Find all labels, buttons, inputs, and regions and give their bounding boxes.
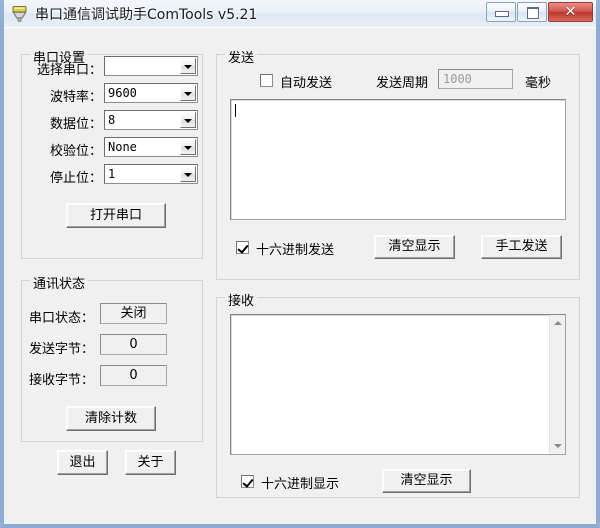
label-port-state: 串口状态： [28, 311, 94, 326]
hex-display-checkbox-box[interactable] [241, 475, 254, 488]
receive-clear-display-button-label: 清空显示 [400, 473, 453, 488]
label-bytes-sent: 发送字节： [28, 342, 94, 357]
close-button[interactable]: ✕ [548, 2, 593, 22]
scroll-up-icon[interactable] [550, 315, 565, 331]
open-port-button[interactable]: 打开串口 [66, 203, 166, 228]
close-icon: ✕ [564, 4, 577, 20]
hex-send-checkbox-box[interactable] [236, 241, 249, 254]
manual-send-button[interactable]: 手工发送 [481, 235, 562, 259]
receive-group-legend: 接收 [225, 290, 258, 309]
value-bytes-received: 0 [100, 365, 167, 386]
chevron-down-icon[interactable] [180, 139, 196, 155]
clear-counter-button-label: 清除计数 [84, 411, 137, 426]
send-period-input[interactable]: 1000 [438, 69, 513, 89]
application-window: 串口通信调试助手ComTools v5.21 ✕ 串口设置 选择串口： 波特率：… [0, 0, 600, 528]
label-stop-bits: 停止位： [49, 171, 102, 186]
chevron-down-icon[interactable] [180, 112, 196, 128]
combo-stop-bits-value: 1 [108, 167, 116, 181]
combo-parity[interactable]: None [104, 137, 198, 157]
combo-select-port[interactable] [104, 56, 198, 76]
chevron-down-icon[interactable] [180, 85, 196, 101]
label-select-port: 选择串口： [36, 63, 102, 78]
label-baud-rate: 波特率： [49, 90, 102, 105]
scroll-down-icon[interactable] [550, 438, 565, 454]
combo-stop-bits[interactable]: 1 [104, 164, 198, 184]
receive-textarea[interactable] [230, 314, 566, 455]
client-area: 串口设置 选择串口： 波特率： 9600 数据位： 8 校验位： None 停止… [4, 27, 596, 524]
label-data-bits: 数据位： [49, 117, 102, 132]
auto-send-checkbox-box[interactable] [260, 74, 273, 87]
send-period-unit-label: 毫秒 [525, 76, 552, 91]
label-parity: 校验位： [49, 144, 102, 159]
about-button-label: 关于 [137, 455, 164, 470]
send-group-legend: 发送 [225, 47, 258, 66]
about-button[interactable]: 关于 [125, 450, 176, 475]
auto-send-checkbox-label: 自动发送 [280, 76, 333, 91]
combo-baud-rate-value: 9600 [108, 86, 137, 100]
window-title: 串口通信调试助手ComTools v5.21 [35, 7, 258, 23]
maximize-icon [527, 7, 539, 19]
send-clear-display-button-label: 清空显示 [388, 239, 441, 254]
send-textarea[interactable] [230, 99, 566, 220]
combo-baud-rate[interactable]: 9600 [104, 83, 198, 103]
label-bytes-received: 接收字节： [28, 373, 94, 388]
send-clear-display-button[interactable]: 清空显示 [374, 235, 455, 259]
text-caret-icon [235, 104, 236, 117]
receive-scrollbar[interactable] [549, 315, 565, 454]
chevron-down-icon[interactable] [180, 58, 196, 74]
exit-button-label: 退出 [69, 455, 96, 470]
value-port-state: 关闭 [100, 303, 167, 324]
open-port-button-label: 打开串口 [89, 208, 142, 223]
serial-plug-icon [12, 6, 27, 22]
combo-data-bits[interactable]: 8 [104, 110, 198, 130]
manual-send-button-label: 手工发送 [495, 239, 548, 254]
value-bytes-sent: 0 [100, 334, 167, 355]
comm-status-legend: 通讯状态 [30, 273, 89, 292]
combo-parity-value: None [108, 140, 137, 154]
clear-counter-button[interactable]: 清除计数 [66, 406, 156, 431]
minimize-button[interactable] [486, 2, 516, 22]
hex-send-checkbox-label: 十六进制发送 [256, 243, 335, 258]
title-bar[interactable]: 串口通信调试助手ComTools v5.21 ✕ [4, 0, 596, 28]
receive-clear-display-button[interactable]: 清空显示 [382, 469, 471, 493]
send-period-label: 发送周期 [376, 76, 429, 91]
minimize-icon [495, 11, 509, 17]
hex-display-checkbox-label: 十六进制显示 [261, 477, 340, 492]
exit-button[interactable]: 退出 [57, 450, 108, 475]
combo-data-bits-value: 8 [108, 113, 116, 127]
chevron-down-icon[interactable] [180, 166, 196, 182]
maximize-button[interactable] [517, 2, 547, 22]
